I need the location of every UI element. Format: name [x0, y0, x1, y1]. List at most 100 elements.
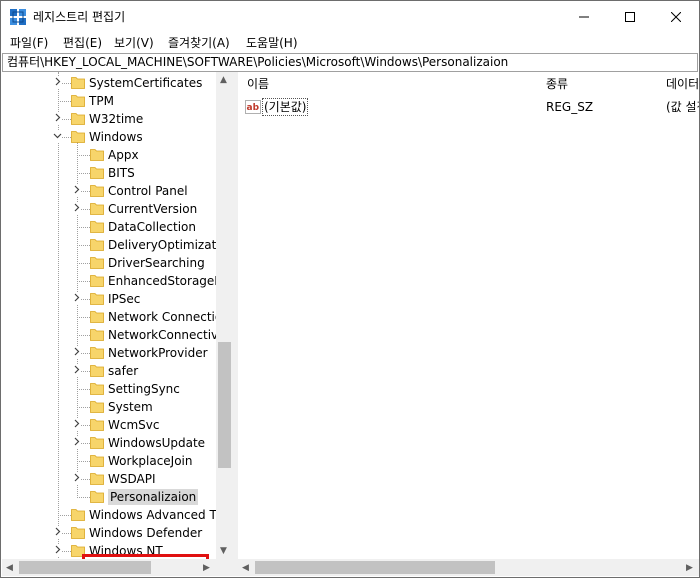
tree-item[interactable]: CurrentVersion [2, 200, 216, 218]
column-header-type[interactable]: 종류 [537, 72, 659, 96]
tree-item[interactable]: Control Panel [2, 182, 216, 200]
folder-icon [90, 275, 104, 287]
tree-item-label: NetworkProvider [108, 346, 208, 360]
registry-editor-window: 레지스트리 편집기 파일(F) 편집(E) 보기(V) 즐겨찾기(A) 도움말(… [0, 0, 700, 578]
folder-icon [90, 221, 104, 233]
tree-item[interactable]: W32time [2, 110, 216, 128]
tree-item[interactable]: EnhancedStorageDe [2, 272, 231, 290]
tree-item-label: Windows Defender [89, 526, 203, 540]
tree-connector-line [77, 173, 90, 174]
tree-vertical-scrollbar[interactable]: ▲ ▼ [216, 72, 232, 559]
tree-item[interactable]: Windows Defender [2, 524, 216, 542]
maximize-button[interactable] [607, 1, 653, 33]
menu-view[interactable]: 보기(V) [114, 35, 154, 51]
scroll-down-icon[interactable]: ▼ [220, 546, 227, 556]
menu-bar: 파일(F) 편집(E) 보기(V) 즐겨찾기(A) 도움말(H) [1, 33, 699, 53]
folder-icon [90, 365, 104, 377]
tree-item[interactable]: Windows Advanced Thr [2, 506, 229, 524]
folder-icon [90, 239, 104, 251]
tree-item-label: DataCollection [108, 220, 197, 234]
list-horizontal-scroll-thumb[interactable] [255, 561, 495, 574]
scroll-right-icon[interactable]: ▶ [203, 563, 210, 573]
tree-item[interactable]: WcmSvc [2, 416, 216, 434]
tree-item-label: WcmSvc [108, 418, 160, 432]
tree-item[interactable]: DataCollection [2, 218, 216, 236]
menu-edit[interactable]: 편집(E) [63, 35, 102, 51]
chevron-right-icon[interactable] [71, 473, 81, 485]
chevron-right-icon[interactable] [71, 203, 81, 215]
tree-item-label: BITS [108, 166, 135, 180]
tree-item[interactable]: WorkplaceJoin [2, 452, 216, 470]
tree-item-label: DeliveryOptimizatio [108, 238, 227, 252]
tree-item[interactable]: DeliveryOptimizatio [2, 236, 227, 254]
chevron-right-icon[interactable] [71, 293, 81, 305]
tree-item-label: DriverSearching [108, 256, 205, 270]
tree-item[interactable]: SystemCertificates [2, 74, 216, 92]
chevron-right-icon[interactable] [52, 545, 62, 557]
chevron-right-icon[interactable] [71, 365, 81, 377]
folder-icon [90, 149, 104, 161]
tree-vertical-scroll-thumb[interactable] [218, 342, 231, 468]
folder-icon [90, 383, 104, 395]
tree-connector-line [77, 227, 90, 228]
tree-item[interactable]: BITS [2, 164, 216, 182]
value-row[interactable]: ab (기본값) REG_SZ (값 설정 안 됨) [238, 97, 699, 117]
tree-item[interactable]: TPM [2, 92, 216, 110]
chevron-right-icon[interactable] [52, 527, 62, 539]
folder-icon [90, 437, 104, 449]
tree-item-label: EnhancedStorageDe [108, 274, 231, 288]
chevron-right-icon[interactable] [71, 347, 81, 359]
close-button[interactable] [653, 1, 699, 33]
folder-icon [90, 455, 104, 467]
tree-horizontal-scroll-thumb[interactable] [19, 561, 151, 574]
menu-file[interactable]: 파일(F) [10, 35, 48, 51]
tree-item[interactable]: Windows [2, 128, 216, 146]
tree-item[interactable]: safer [2, 362, 216, 380]
tree-item[interactable]: WSDAPI [2, 470, 216, 488]
tree-item-label: SettingSync [108, 382, 180, 396]
tree-horizontal-scrollbar[interactable]: ◀ ▶ [2, 559, 216, 576]
tree-item[interactable]: WindowsUpdate [2, 434, 216, 452]
values-list-pane: 이름 종류 데이터 ab (기본값) REG_SZ (값 설정 안 됨) ◀ ▶ [238, 72, 699, 576]
list-horizontal-scrollbar[interactable]: ◀ ▶ [238, 559, 699, 576]
tree-item-label: Control Panel [108, 184, 188, 198]
chevron-right-icon[interactable] [52, 77, 62, 89]
tree-item[interactable]: SettingSync [2, 380, 216, 398]
folder-icon [90, 401, 104, 413]
address-path[interactable]: 컴퓨터\HKEY_LOCAL_MACHINE\SOFTWARE\Policies… [7, 55, 508, 70]
chevron-right-icon[interactable] [71, 437, 81, 449]
tree-item[interactable]: NetworkProvider [2, 344, 216, 362]
value-name[interactable]: (기본값) [262, 98, 309, 116]
folder-icon [90, 419, 104, 431]
chevron-right-icon[interactable] [71, 419, 81, 431]
menu-favorites[interactable]: 즐겨찾기(A) [168, 35, 230, 51]
minimize-button[interactable] [561, 1, 607, 33]
scroll-right-icon[interactable]: ▶ [686, 563, 693, 573]
scroll-left-icon[interactable]: ◀ [242, 563, 249, 573]
menu-help[interactable]: 도움말(H) [246, 35, 298, 51]
value-type: REG_SZ [546, 100, 594, 114]
chevron-down-icon[interactable] [52, 131, 62, 143]
folder-icon [90, 293, 104, 305]
tree-item-label: safer [108, 364, 139, 378]
scroll-left-icon[interactable]: ◀ [6, 563, 13, 573]
column-header-data[interactable]: 데이터 [657, 72, 699, 96]
tree-item-label: WorkplaceJoin [108, 454, 193, 468]
scroll-up-icon[interactable]: ▲ [220, 75, 227, 85]
tree-item[interactable]: IPSec [2, 290, 216, 308]
tree-item-label: CurrentVersion [108, 202, 198, 216]
folder-icon [90, 491, 104, 503]
tree-item[interactable]: System [2, 398, 216, 416]
address-bar[interactable]: 컴퓨터\HKEY_LOCAL_MACHINE\SOFTWARE\Policies… [2, 53, 698, 72]
tree-connector-line [77, 407, 90, 408]
tree-item-label: Personalizaion [108, 489, 199, 505]
chevron-right-icon[interactable] [71, 185, 81, 197]
tree-item[interactable]: Network Connection [2, 308, 230, 326]
string-value-icon: ab [245, 100, 261, 114]
column-header-name[interactable]: 이름 [238, 72, 539, 96]
chevron-right-icon[interactable] [52, 113, 62, 125]
tree-item[interactable]: Appx [2, 146, 216, 164]
tree-item[interactable]: DriverSearching [2, 254, 216, 272]
tree-item[interactable]: NetworkConnectivit [2, 326, 226, 344]
tree-item[interactable]: Personalizaion [2, 488, 216, 506]
